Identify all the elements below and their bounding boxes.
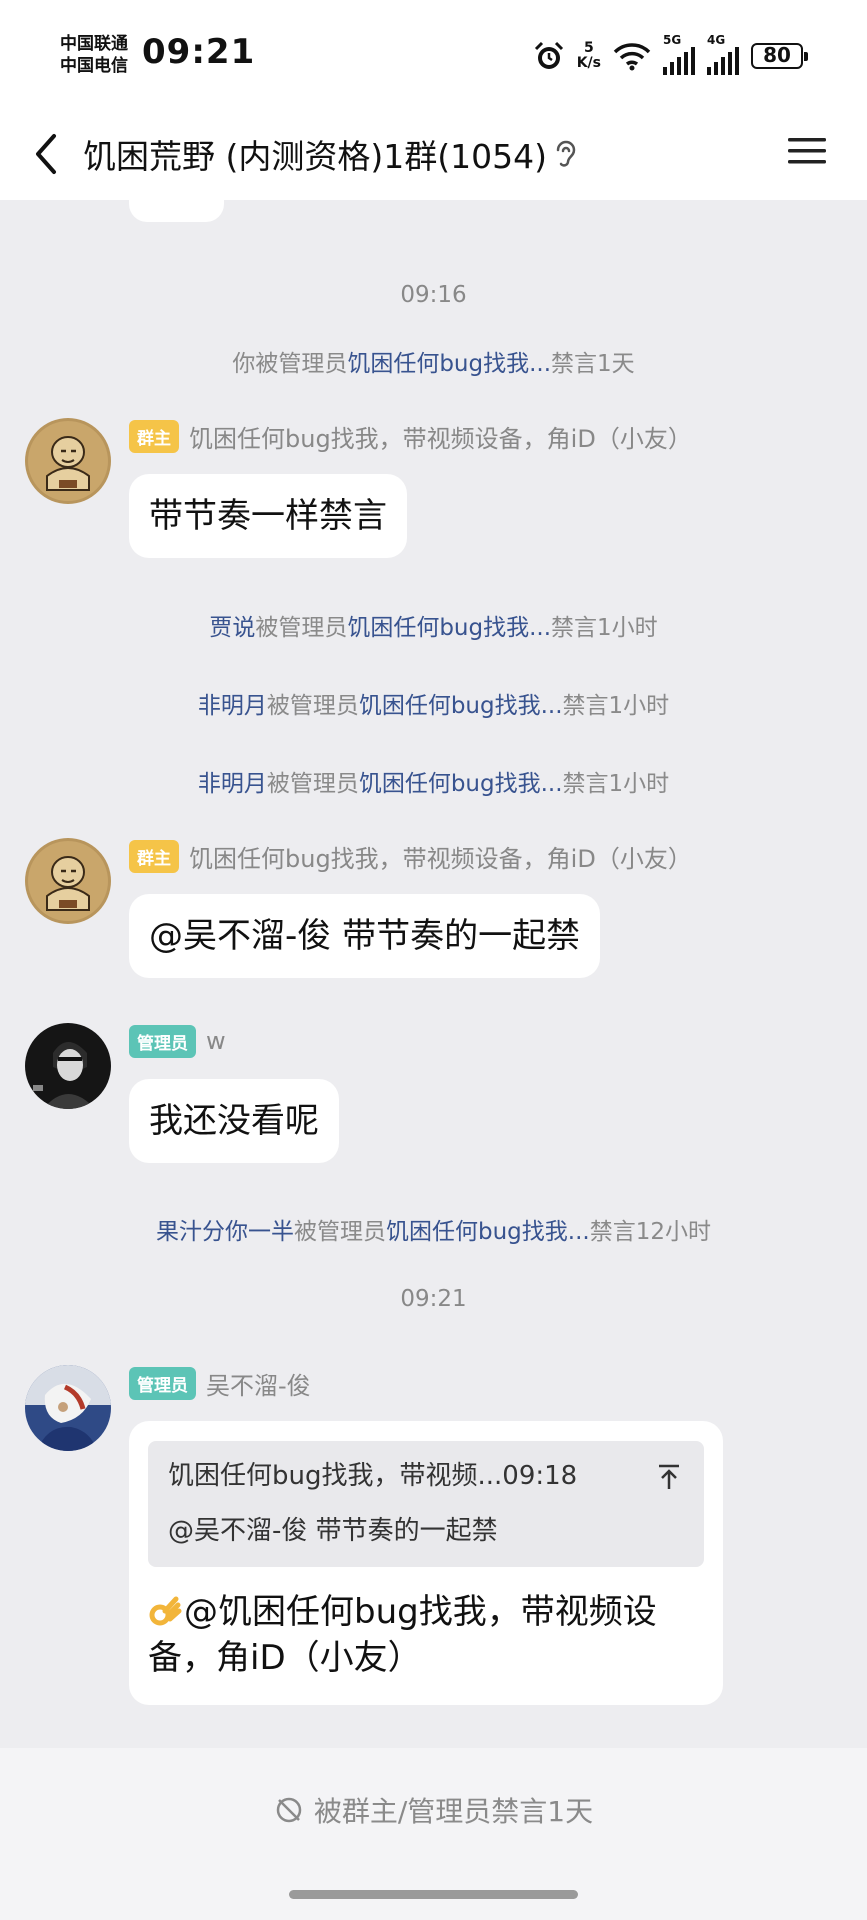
status-icons: 5 K/s 5G 4G 80 xyxy=(533,33,808,76)
notice-suffix: 禁言1小时 xyxy=(562,771,670,797)
notice-mid: 被管理员 xyxy=(266,693,359,719)
reply-message-text: @饥困任何bug找我，带视频设备，角iD（小友） xyxy=(148,1592,657,1678)
system-notice: 非明月被管理员饥困任何bug找我...禁言1小时 xyxy=(0,686,867,720)
carrier-1: 中国联通 xyxy=(60,34,128,54)
speed-unit: K/s xyxy=(576,55,601,71)
muted-icon xyxy=(276,1797,302,1823)
timestamp: 09:21 xyxy=(400,1286,467,1312)
group-title[interactable]: 饥困荒野 (内测资格)1群(1054) xyxy=(83,130,547,178)
status-bar: 中国联通 中国电信 09:21 5 K/s 5G 4G 80 xyxy=(0,0,867,108)
message-bubble[interactable]: 我还没看呢 xyxy=(129,1079,339,1163)
chat-header: 饥困荒野 (内测资格)1群(1054) xyxy=(0,108,867,200)
quoted-message[interactable]: 饥困任何bug找我，带视频...09:18 @吴不溜-俊 带节奏的一起禁 xyxy=(148,1441,704,1567)
notice-mid: 被管理员 xyxy=(266,771,359,797)
owner-badge: 群主 xyxy=(129,839,179,873)
notice-suffix: 禁言12小时 xyxy=(589,1219,711,1245)
signal-4g: 4G xyxy=(707,33,739,75)
notice-suffix: 禁言1小时 xyxy=(562,693,670,719)
battery-icon: 80 xyxy=(751,43,808,69)
message-bubble[interactable]: @吴不溜-俊 带节奏的一起禁 xyxy=(129,894,601,978)
top-area: 中国联通 中国电信 09:21 5 K/s 5G 4G 80 饥困荒野 (内测资… xyxy=(0,0,867,200)
signal-5g: 5G xyxy=(663,33,695,75)
reply-text: @饥困任何bug找我，带视频设备，角iD（小友） xyxy=(148,1589,704,1681)
signal-4g-label: 4G xyxy=(707,33,726,47)
message-meta: 群主 饥困任何bug找我，带视频设备，角iD（小友） xyxy=(129,418,692,454)
signal-5g-label: 5G xyxy=(663,33,682,47)
hamburger-menu-icon[interactable] xyxy=(786,130,828,172)
message-meta: 管理员 w xyxy=(129,1023,226,1059)
message-bubble[interactable]: 带节奏一样禁言 xyxy=(129,474,407,558)
system-notice: 果汁分你一半被管理员饥困任何bug找我...禁言12小时 xyxy=(0,1212,867,1246)
notice-prefix: 你被管理员 xyxy=(232,351,348,377)
jump-to-original-icon[interactable] xyxy=(656,1463,682,1491)
admin-link[interactable]: 饥困任何bug找我... xyxy=(386,1219,590,1245)
admin-badge: 管理员 xyxy=(129,1366,196,1400)
carriers: 中国联通 中国电信 xyxy=(60,33,128,77)
mute-text: 被群主/管理员禁言1天 xyxy=(313,1795,594,1828)
sender-nickname[interactable]: 饥困任何bug找我，带视频设备，角iD（小友） xyxy=(189,419,692,454)
system-notice: 非明月被管理员饥困任何bug找我...禁言1小时 xyxy=(0,764,867,798)
status-time: 09:21 xyxy=(142,32,256,72)
message-meta: 群主 饥困任何bug找我，带视频设备，角iD（小友） xyxy=(129,838,692,874)
ok-hand-emoji-icon xyxy=(149,1596,182,1626)
timestamp: 09:16 xyxy=(400,282,467,308)
sender-nickname[interactable]: 饥困任何bug找我，带视频设备，角iD（小友） xyxy=(189,839,692,874)
speed-value: 5 xyxy=(583,40,594,56)
reply-message-bubble[interactable]: 饥困任何bug找我，带视频...09:18 @吴不溜-俊 带节奏的一起禁 @饥困… xyxy=(129,1421,723,1705)
notice-suffix: 禁言1天 xyxy=(551,351,635,377)
chat-area[interactable]: 09:16 你被管理员饥困任何bug找我...禁言1天 群主 饥困任何bug找我… xyxy=(0,200,867,1748)
sender-nickname[interactable]: w xyxy=(206,1027,226,1055)
system-notice: 贾说被管理员饥困任何bug找我...禁言1小时 xyxy=(0,608,867,642)
partial-message-bubble[interactable] xyxy=(129,200,224,222)
admin-badge: 管理员 xyxy=(129,1024,196,1058)
sender-nickname[interactable]: 吴不溜-俊 xyxy=(206,1366,311,1401)
user-link[interactable]: 贾说 xyxy=(209,615,255,641)
avatar[interactable] xyxy=(25,1023,111,1109)
mute-notice: 被群主/管理员禁言1天 xyxy=(0,1790,867,1830)
quote-body: @吴不溜-俊 带节奏的一起禁 xyxy=(168,1516,498,1546)
notice-mid: 被管理员 xyxy=(255,615,348,641)
user-link[interactable]: 果汁分你一半 xyxy=(156,1219,294,1245)
notice-suffix: 禁言1小时 xyxy=(551,615,658,641)
admin-link[interactable]: 饥困任何bug找我... xyxy=(359,693,563,719)
input-bar: 被群主/管理员禁言1天 xyxy=(0,1748,867,1920)
avatar[interactable] xyxy=(25,1365,111,1451)
quote-header: 饥困任何bug找我，带视频...09:18 xyxy=(168,1461,578,1491)
carrier-2: 中国电信 xyxy=(60,56,128,76)
system-notice: 你被管理员饥困任何bug找我...禁言1天 xyxy=(0,344,867,378)
ear-icon[interactable] xyxy=(552,138,580,172)
owner-badge: 群主 xyxy=(129,419,179,453)
network-speed: 5 K/s xyxy=(577,41,601,71)
user-link[interactable]: 非明月 xyxy=(198,693,267,719)
admin-link[interactable]: 饥困任何bug找我... xyxy=(347,351,551,377)
avatar[interactable] xyxy=(25,838,111,924)
chevron-left-icon[interactable] xyxy=(28,128,68,180)
wifi-icon xyxy=(613,43,651,71)
admin-link[interactable]: 饥困任何bug找我... xyxy=(359,771,563,797)
home-indicator[interactable] xyxy=(289,1890,578,1899)
alarm-icon xyxy=(534,41,563,69)
avatar[interactable] xyxy=(25,418,111,504)
admin-link[interactable]: 饥困任何bug找我... xyxy=(347,615,551,641)
user-link[interactable]: 非明月 xyxy=(198,771,267,797)
notice-mid: 被管理员 xyxy=(294,1219,386,1245)
message-meta: 管理员 吴不溜-俊 xyxy=(129,1365,311,1401)
